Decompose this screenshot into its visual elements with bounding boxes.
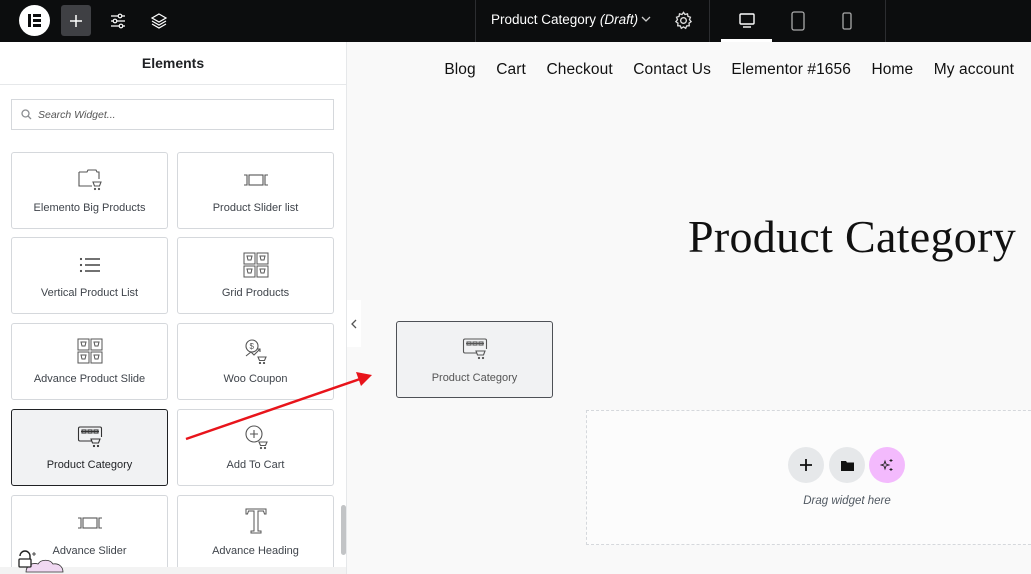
search-box[interactable] [11, 99, 334, 130]
device-mobile-button[interactable] [835, 10, 859, 32]
drop-zone-hint: Drag widget here [803, 495, 891, 507]
search-icon [21, 109, 32, 120]
elementor-logo-icon[interactable] [19, 5, 50, 36]
chevron-left-icon [351, 319, 357, 328]
editor-topbar: Product Category (Draft) [0, 0, 1031, 42]
widget-advance-product-slide[interactable]: Advance Product Slide [11, 323, 168, 400]
nav-link-contact-us[interactable]: Contact Us [633, 61, 711, 79]
divider [709, 0, 710, 42]
nav-link-elementor-1656[interactable]: Elementor #1656 [731, 61, 851, 79]
product-category-icon [77, 426, 102, 448]
nav-link-blog[interactable]: Blog [444, 61, 475, 79]
widget-label: Product Category [46, 459, 133, 471]
widget-product-slider-list[interactable]: Product Slider list [177, 152, 334, 229]
divider [475, 0, 476, 42]
layers-icon [151, 12, 167, 29]
search-input[interactable] [38, 100, 328, 129]
panel-scrollbar[interactable] [341, 505, 346, 555]
document-status: (Draft) [599, 12, 639, 27]
widget-label: Vertical Product List [40, 287, 139, 299]
big-products-icon [77, 169, 102, 191]
widget-label: Advance Product Slide [33, 373, 146, 385]
document-name: Product Category [491, 12, 597, 27]
heading-icon [245, 508, 266, 534]
coupon-icon: $ [244, 339, 267, 364]
widget-label: Woo Coupon [223, 373, 288, 385]
list-icon [79, 257, 100, 273]
promo-lock-cloud-icon[interactable] [16, 542, 86, 574]
nav-link-checkout[interactable]: Checkout [546, 61, 612, 79]
add-template-button[interactable] [829, 447, 865, 483]
widget-label: Advance Heading [212, 545, 299, 557]
widget-label: Grid Products [221, 287, 290, 299]
mobile-icon [842, 12, 852, 30]
nav-link-home[interactable]: Home [871, 61, 913, 79]
grid-cart-icon [77, 338, 102, 364]
widget-label: Product Slider list [212, 202, 299, 214]
widget-elemento-big-products[interactable]: Elemento Big Products [11, 152, 168, 229]
document-title[interactable]: Product Category (Draft) [491, 12, 638, 27]
collapse-panel-button[interactable] [347, 300, 361, 347]
add-to-cart-icon [244, 425, 268, 450]
chevron-down-icon[interactable] [640, 13, 652, 25]
widget-label: Elemento Big Products [33, 202, 146, 214]
widget-label: Add To Cart [226, 459, 285, 471]
drop-zone[interactable]: Drag widget here [586, 410, 1031, 545]
widget-add-to-cart[interactable]: Add To Cart [177, 409, 334, 486]
sparkle-icon [880, 459, 893, 471]
widget-label: Product Category [431, 372, 518, 384]
svg-text:$: $ [249, 342, 254, 351]
sliders-icon [111, 13, 125, 28]
plus-icon [70, 14, 82, 27]
widget-woo-coupon[interactable]: $ Woo Coupon [177, 323, 334, 400]
elements-panel: Elements Elemento Big Products Product S… [0, 42, 347, 574]
widget-product-category[interactable]: Product Category [11, 409, 168, 486]
plus-icon [800, 459, 812, 471]
divider [885, 0, 886, 42]
device-tablet-button[interactable] [786, 10, 810, 32]
gear-icon[interactable] [674, 11, 693, 30]
ai-generate-button[interactable] [869, 447, 905, 483]
site-navigation: Blog Cart Checkout Contact Us Elementor … [424, 61, 1014, 79]
folder-icon [840, 460, 854, 471]
slider-icon [77, 517, 102, 529]
grid-cart-icon [243, 252, 268, 278]
structure-button[interactable] [144, 5, 174, 36]
widget-grid-products[interactable]: Grid Products [177, 237, 334, 314]
widget-advance-heading[interactable]: Advance Heading [177, 495, 334, 572]
device-desktop-button[interactable] [735, 10, 759, 32]
nav-link-my-account[interactable]: My account [934, 61, 1014, 79]
desktop-icon [739, 13, 755, 28]
page-heading: Product Category [687, 211, 1016, 262]
product-category-icon [462, 338, 487, 360]
add-element-button[interactable] [61, 5, 91, 36]
add-section-button[interactable] [788, 447, 824, 483]
site-settings-button[interactable] [103, 5, 133, 36]
panel-title: Elements [0, 42, 346, 85]
slider-icon [243, 174, 268, 186]
active-device-indicator [721, 39, 772, 42]
widget-vertical-product-list[interactable]: Vertical Product List [11, 237, 168, 314]
dragged-widget-product-category[interactable]: Product Category [396, 321, 553, 398]
tablet-icon [791, 11, 805, 31]
nav-link-cart[interactable]: Cart [496, 61, 526, 79]
